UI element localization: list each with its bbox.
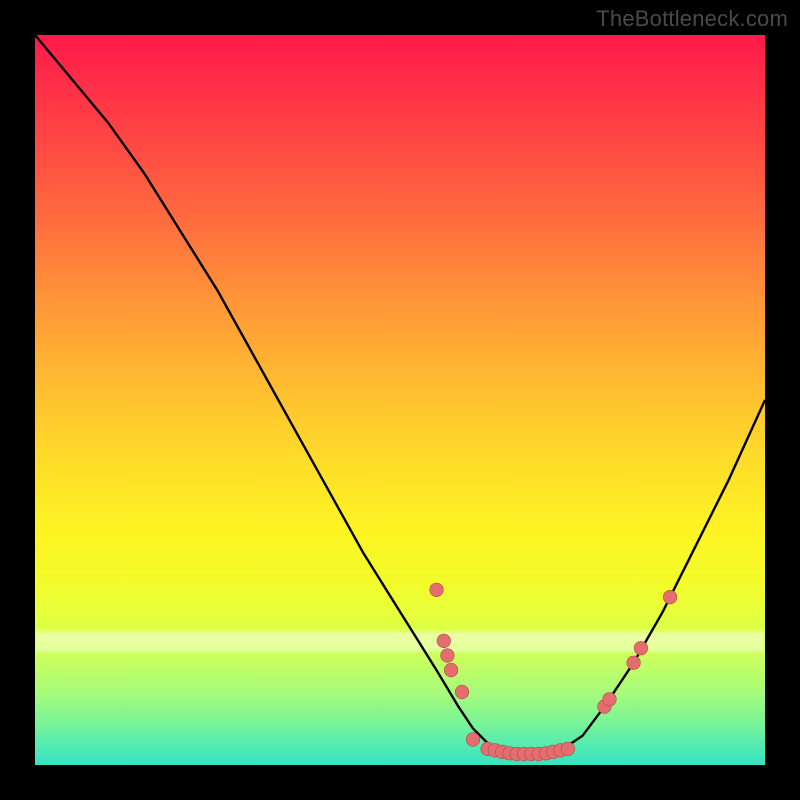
curve-dot bbox=[603, 693, 617, 707]
curve-dot bbox=[430, 583, 444, 597]
curve-svg bbox=[35, 35, 765, 765]
bottleneck-curve bbox=[35, 35, 765, 758]
chart-frame: TheBottleneck.com bbox=[0, 0, 800, 800]
plot-area bbox=[35, 35, 765, 765]
curve-dots bbox=[430, 583, 677, 761]
curve-dot bbox=[466, 733, 480, 747]
curve-dot bbox=[455, 685, 469, 699]
curve-dot bbox=[663, 590, 677, 604]
curve-dot bbox=[627, 656, 641, 670]
curve-dot bbox=[634, 641, 648, 655]
curve-dot bbox=[441, 649, 455, 663]
curve-dot bbox=[444, 663, 458, 677]
curve-dot bbox=[561, 742, 575, 756]
curve-dot bbox=[437, 634, 451, 648]
watermark-text: TheBottleneck.com bbox=[596, 6, 788, 32]
